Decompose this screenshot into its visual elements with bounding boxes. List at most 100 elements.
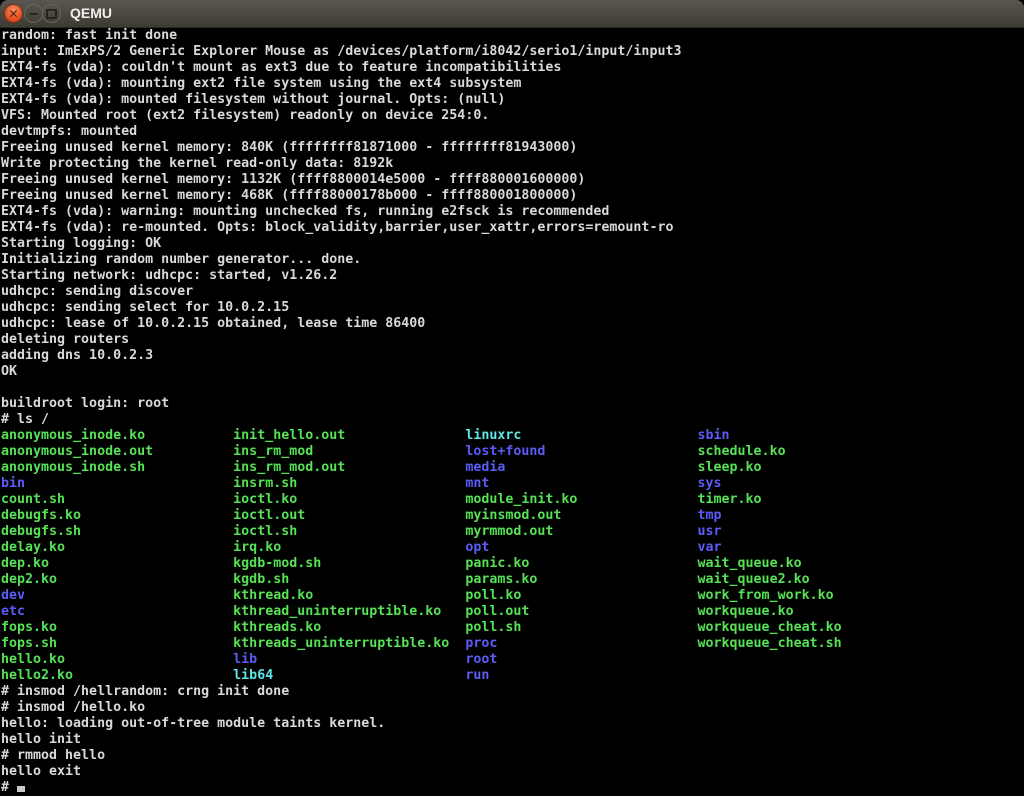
console-text: Write protecting the kernel read-only da… [1,156,393,171]
file-name: ins_rm_mod.out [233,460,465,475]
file-name: opt [465,540,697,555]
console-text: Freeing unused kernel memory: 468K (ffff… [1,188,577,203]
console-line: random: fast init done [0,28,1024,44]
file-name: work_from_work.ko [698,588,834,603]
file-name: bin [1,476,233,491]
file-name: lib64 [233,668,465,683]
ls-row: debugfs.sh ioctl.sh myrmmod.out usr [0,524,1024,540]
file-name: etc [1,604,233,619]
file-name: anonymous_inode.sh [1,460,233,475]
console-line: EXT4-fs (vda): warning: mounting uncheck… [0,204,1024,220]
file-name: irq.ko [233,540,465,555]
ls-row: dep2.ko kgdb.sh params.ko wait_queue2.ko [0,572,1024,588]
file-name: var [698,540,722,555]
minimize-button[interactable] [24,4,43,23]
terminal-screen[interactable]: random: fast init doneinput: ImExPS/2 Ge… [0,28,1024,796]
console-line: Initializing random number generator... … [0,252,1024,268]
file-name: delay.ko [1,540,233,555]
maximize-button[interactable] [42,4,61,23]
file-name: poll.sh [465,620,697,635]
console-text: # insmod /hellrandom: crng init done [1,684,289,699]
console-text: EXT4-fs (vda): re-mounted. Opts: block_v… [1,220,673,235]
console-line: adding dns 10.0.2.3 [0,348,1024,364]
file-name: ioctl.ko [233,492,465,507]
file-name: fops.ko [1,620,233,635]
minimize-icon [30,13,38,15]
file-name: ioctl.sh [233,524,465,539]
file-name: params.ko [465,572,697,587]
file-name: schedule.ko [698,444,786,459]
console-line: udhcpc: sending select for 10.0.2.15 [0,300,1024,316]
file-name: poll.out [465,604,697,619]
file-name: linuxrc [465,428,697,443]
file-name: kthread.ko [233,588,465,603]
file-name: myinsmod.out [465,508,697,523]
prompt-line: # [0,780,1024,796]
file-name: kthreads.ko [233,620,465,635]
ls-row: etc kthread_uninterruptible.ko poll.out … [0,604,1024,620]
console-line [0,380,1024,396]
file-name: lost+found [465,444,697,459]
console-line: # insmod /hello.ko [0,700,1024,716]
console-text: Freeing unused kernel memory: 1132K (fff… [1,172,585,187]
console-line: Freeing unused kernel memory: 468K (ffff… [0,188,1024,204]
close-button[interactable]: ✕ [4,4,23,23]
file-name: sbin [698,428,730,443]
file-name: ins_rm_mod [233,444,465,459]
ls-row: delay.ko irq.ko opt var [0,540,1024,556]
console-text: # insmod /hello.ko [1,700,145,715]
console-text: deleting routers [1,332,129,347]
file-name: workqueue_cheat.sh [698,636,842,651]
console-line: input: ImExPS/2 Generic Explorer Mouse a… [0,44,1024,60]
ls-row: count.sh ioctl.ko module_init.ko timer.k… [0,492,1024,508]
console-line: hello: loading out-of-tree module taints… [0,716,1024,732]
file-name: workqueue_cheat.ko [698,620,842,635]
window-title: QEMU [70,0,112,27]
file-name: workqueue.ko [698,604,794,619]
shell-prompt: # [1,780,17,795]
file-name: dep.ko [1,556,233,571]
file-name: myrmmod.out [465,524,697,539]
ls-row: anonymous_inode.sh ins_rm_mod.out media … [0,460,1024,476]
file-name: lib [233,652,465,667]
file-name: anonymous_inode.out [1,444,233,459]
file-name: insrm.sh [233,476,465,491]
file-name: wait_queue.ko [698,556,802,571]
ls-row: anonymous_inode.ko init_hello.out linuxr… [0,428,1024,444]
console-text: EXT4-fs (vda): couldn't mount as ext3 du… [1,60,561,75]
file-name: hello.ko [1,652,233,667]
file-name: kthread_uninterruptible.ko [233,604,465,619]
console-line: Starting logging: OK [0,236,1024,252]
console-line: Freeing unused kernel memory: 1132K (fff… [0,172,1024,188]
console-line: OK [0,364,1024,380]
console-line: # ls / [0,412,1024,428]
console-text: VFS: Mounted root (ext2 filesystem) read… [1,108,489,123]
console-text: Starting network: udhcpc: started, v1.26… [1,268,337,283]
console-text: EXT4-fs (vda): warning: mounting uncheck… [1,204,609,219]
console-text: EXT4-fs (vda): mounting ext2 file system… [1,76,521,91]
file-name: kgdb-mod.sh [233,556,465,571]
console-text: devtmpfs: mounted [1,124,137,139]
console-line: EXT4-fs (vda): mounted filesystem withou… [0,92,1024,108]
ls-row: debugfs.ko ioctl.out myinsmod.out tmp [0,508,1024,524]
maximize-icon [46,9,57,19]
ls-row: dev kthread.ko poll.ko work_from_work.ko [0,588,1024,604]
file-name: wait_queue2.ko [698,572,810,587]
file-name: kthreads_uninterruptible.ko [233,636,465,651]
file-name: tmp [698,508,722,523]
console-line: udhcpc: lease of 10.0.2.15 obtained, lea… [0,316,1024,332]
console-line: devtmpfs: mounted [0,124,1024,140]
console-text: udhcpc: lease of 10.0.2.15 obtained, lea… [1,316,425,331]
console-line: hello exit [0,764,1024,780]
file-name: run [465,668,489,683]
file-name: module_init.ko [465,492,697,507]
ls-row: hello2.ko lib64 run [0,668,1024,684]
qemu-window: ✕ QEMU random: fast init doneinput: ImEx… [0,0,1024,796]
file-name: count.sh [1,492,233,507]
titlebar[interactable]: ✕ QEMU [0,0,1024,28]
file-name: root [465,652,497,667]
file-name: panic.ko [465,556,697,571]
console-line: # rmmod hello [0,748,1024,764]
console-text: hello init [1,732,81,747]
file-name: hello2.ko [1,668,233,683]
